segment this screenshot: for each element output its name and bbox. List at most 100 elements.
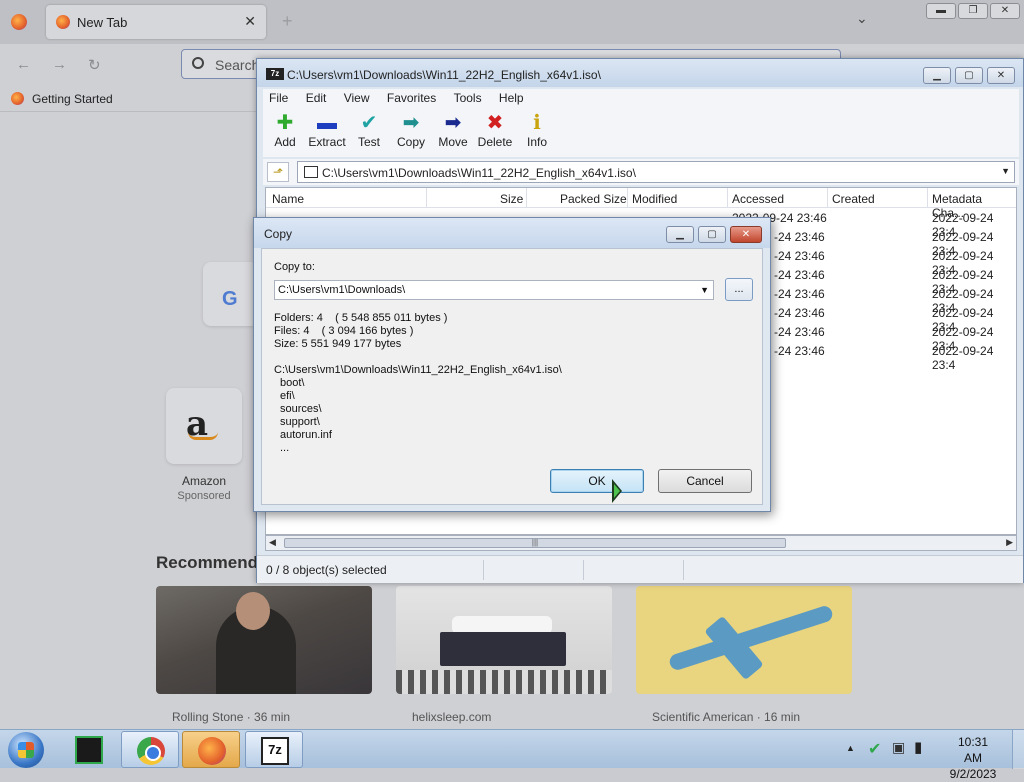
scroll-left-icon[interactable]: ◀: [269, 537, 276, 548]
bookmark-getting-started[interactable]: Getting Started: [32, 92, 113, 106]
cancel-button[interactable]: Cancel: [658, 469, 752, 493]
copy-to-combobox[interactable]: C:\Users\vm1\Downloads\ ▼: [274, 280, 714, 300]
column-accessed[interactable]: Accessed: [732, 192, 784, 206]
clock-date: 9/2/2023: [949, 767, 997, 781]
column-packed-size[interactable]: Packed Size: [560, 192, 627, 206]
shortcut-sponsored-label: Sponsored: [177, 490, 231, 502]
address-path: C:\Users\vm1\Downloads\Win11_22H2_Englis…: [322, 166, 636, 180]
story-card-image[interactable]: [396, 586, 612, 694]
info-button[interactable]: ℹ Info: [515, 111, 559, 155]
network-icon[interactable]: ▣: [892, 739, 905, 756]
toolbar: ✚ Add ▬ Extract ✔ Test ➡ Copy ➡ Move ✖ D…: [263, 109, 1019, 157]
taskbar-chrome[interactable]: [121, 731, 179, 768]
terminal-icon: [75, 736, 103, 764]
tab-new-tab[interactable]: New Tab ✕: [46, 5, 266, 39]
item-list-entry: ...: [280, 442, 290, 454]
menu-view[interactable]: View: [344, 91, 370, 105]
minimize-button[interactable]: ▬: [926, 3, 956, 19]
close-tab-icon[interactable]: ✕: [244, 13, 256, 30]
close-button[interactable]: ✕: [987, 67, 1015, 84]
taskbar-firefox[interactable]: [182, 731, 240, 768]
dialog-window-controls: ▁ ▢ ✕: [666, 226, 762, 243]
window-controls: ▬ ❐ ✕: [926, 3, 1020, 19]
item-list-entry: efi\: [280, 390, 295, 402]
scroll-right-icon[interactable]: ▶: [1006, 537, 1013, 548]
source-path: C:\Users\vm1\Downloads\Win11_22H2_Englis…: [274, 364, 562, 376]
rug-shape: [396, 670, 612, 694]
extract-button[interactable]: ▬ Extract: [305, 111, 349, 155]
delete-button[interactable]: ✖ Delete: [473, 111, 517, 155]
horizontal-scrollbar[interactable]: ◀ ||| ▶: [265, 535, 1017, 551]
row-accessed: -24 23:46: [774, 249, 825, 263]
tray-app-icon[interactable]: ✔: [868, 739, 881, 759]
dialog-title-bar[interactable]: Copy ▁ ▢ ✕: [254, 218, 770, 248]
taskbar-terminal[interactable]: [60, 731, 118, 768]
copy-label: Copy: [396, 135, 425, 149]
move-button[interactable]: ➡ Move: [431, 111, 475, 155]
column-name[interactable]: Name: [272, 192, 304, 206]
menu-tools[interactable]: Tools: [454, 91, 482, 105]
row-accessed: -24 23:46: [774, 325, 825, 339]
column-created[interactable]: Created: [832, 192, 875, 206]
add-button[interactable]: ✚ Add: [263, 111, 307, 155]
chevron-down-icon[interactable]: ▼: [700, 285, 709, 295]
row-accessed: -24 23:46: [774, 306, 825, 320]
tab-title: New Tab: [77, 15, 128, 30]
taskbar-7zip[interactable]: 7z: [245, 731, 303, 768]
column-modified[interactable]: Modified: [632, 192, 677, 206]
browse-button[interactable]: ...: [725, 278, 753, 301]
menu-favorites[interactable]: Favorites: [387, 91, 436, 105]
list-tabs-chevron-icon[interactable]: ⌄: [856, 10, 868, 27]
chevron-down-icon[interactable]: ▼: [1001, 166, 1010, 176]
story-card-image[interactable]: [636, 586, 852, 694]
back-arrow-icon[interactable]: ←: [16, 56, 31, 73]
item-list-entry: sources\: [280, 403, 322, 415]
close-button[interactable]: ✕: [730, 226, 762, 243]
firefox-bookmark-icon: [11, 92, 24, 105]
scroll-thumb[interactable]: |||: [284, 538, 786, 548]
tray-expand-icon[interactable]: ▲: [846, 743, 855, 753]
row-accessed: -24 23:46: [774, 344, 825, 358]
ok-button[interactable]: OK: [550, 469, 644, 493]
copy-dialog: Copy ▁ ▢ ✕ Copy to: C:\Users\vm1\Downloa…: [253, 217, 771, 512]
status-selection: 0 / 8 object(s) selected: [266, 563, 387, 577]
new-tab-button[interactable]: +: [282, 11, 293, 32]
story-source[interactable]: Rolling Stone · 36 min: [172, 710, 290, 724]
window-title: C:\Users\vm1\Downloads\Win11_22H2_Englis…: [287, 68, 601, 82]
start-button[interactable]: [8, 732, 44, 768]
column-size[interactable]: Size: [500, 192, 523, 206]
maximize-button[interactable]: ▢: [698, 226, 726, 243]
info-icon: ℹ: [533, 112, 541, 134]
maximize-button[interactable]: ▢: [955, 67, 983, 84]
clock-time: 10:31 AM: [957, 735, 989, 765]
reload-icon[interactable]: ↻: [88, 56, 101, 74]
address-combo[interactable]: C:\Users\vm1\Downloads\Win11_22H2_Englis…: [297, 161, 1015, 183]
menu-edit[interactable]: Edit: [306, 91, 327, 105]
title-bar[interactable]: 7z C:\Users\vm1\Downloads\Win11_22H2_Eng…: [257, 59, 1023, 87]
story-card-image[interactable]: [156, 586, 372, 694]
clock[interactable]: 10:31 AM 9/2/2023: [948, 734, 998, 782]
show-desktop-button[interactable]: [1012, 730, 1024, 769]
shortcut-amazon-label: Amazon: [181, 474, 227, 488]
dialog-title: Copy: [264, 227, 293, 241]
close-button[interactable]: ✕: [990, 3, 1020, 19]
menu-help[interactable]: Help: [499, 91, 524, 105]
row-accessed: -24 23:46: [774, 287, 825, 301]
copy-button[interactable]: ➡ Copy: [389, 111, 433, 155]
minimize-button[interactable]: ▁: [923, 67, 951, 84]
drive-icon: [304, 166, 318, 178]
maximize-button[interactable]: ❐: [958, 3, 988, 19]
menu-file[interactable]: File: [269, 91, 288, 105]
firefox-tab-icon: [56, 15, 70, 29]
minimize-button[interactable]: ▁: [666, 226, 694, 243]
story-source[interactable]: Scientific American · 16 min: [652, 710, 800, 724]
firefox-menu-icon[interactable]: [11, 14, 27, 30]
forward-arrow-icon[interactable]: →: [52, 56, 67, 73]
7zip-app-icon: 7z: [266, 68, 284, 80]
size-info: Size: 5 551 949 177 bytes: [274, 338, 402, 350]
up-folder-icon[interactable]: ⬏: [267, 162, 289, 182]
test-button[interactable]: ✔ Test: [347, 111, 391, 155]
test-label: Test: [357, 135, 380, 149]
story-source[interactable]: helixsleep.com: [412, 710, 491, 724]
volume-icon[interactable]: ▮: [914, 738, 922, 756]
